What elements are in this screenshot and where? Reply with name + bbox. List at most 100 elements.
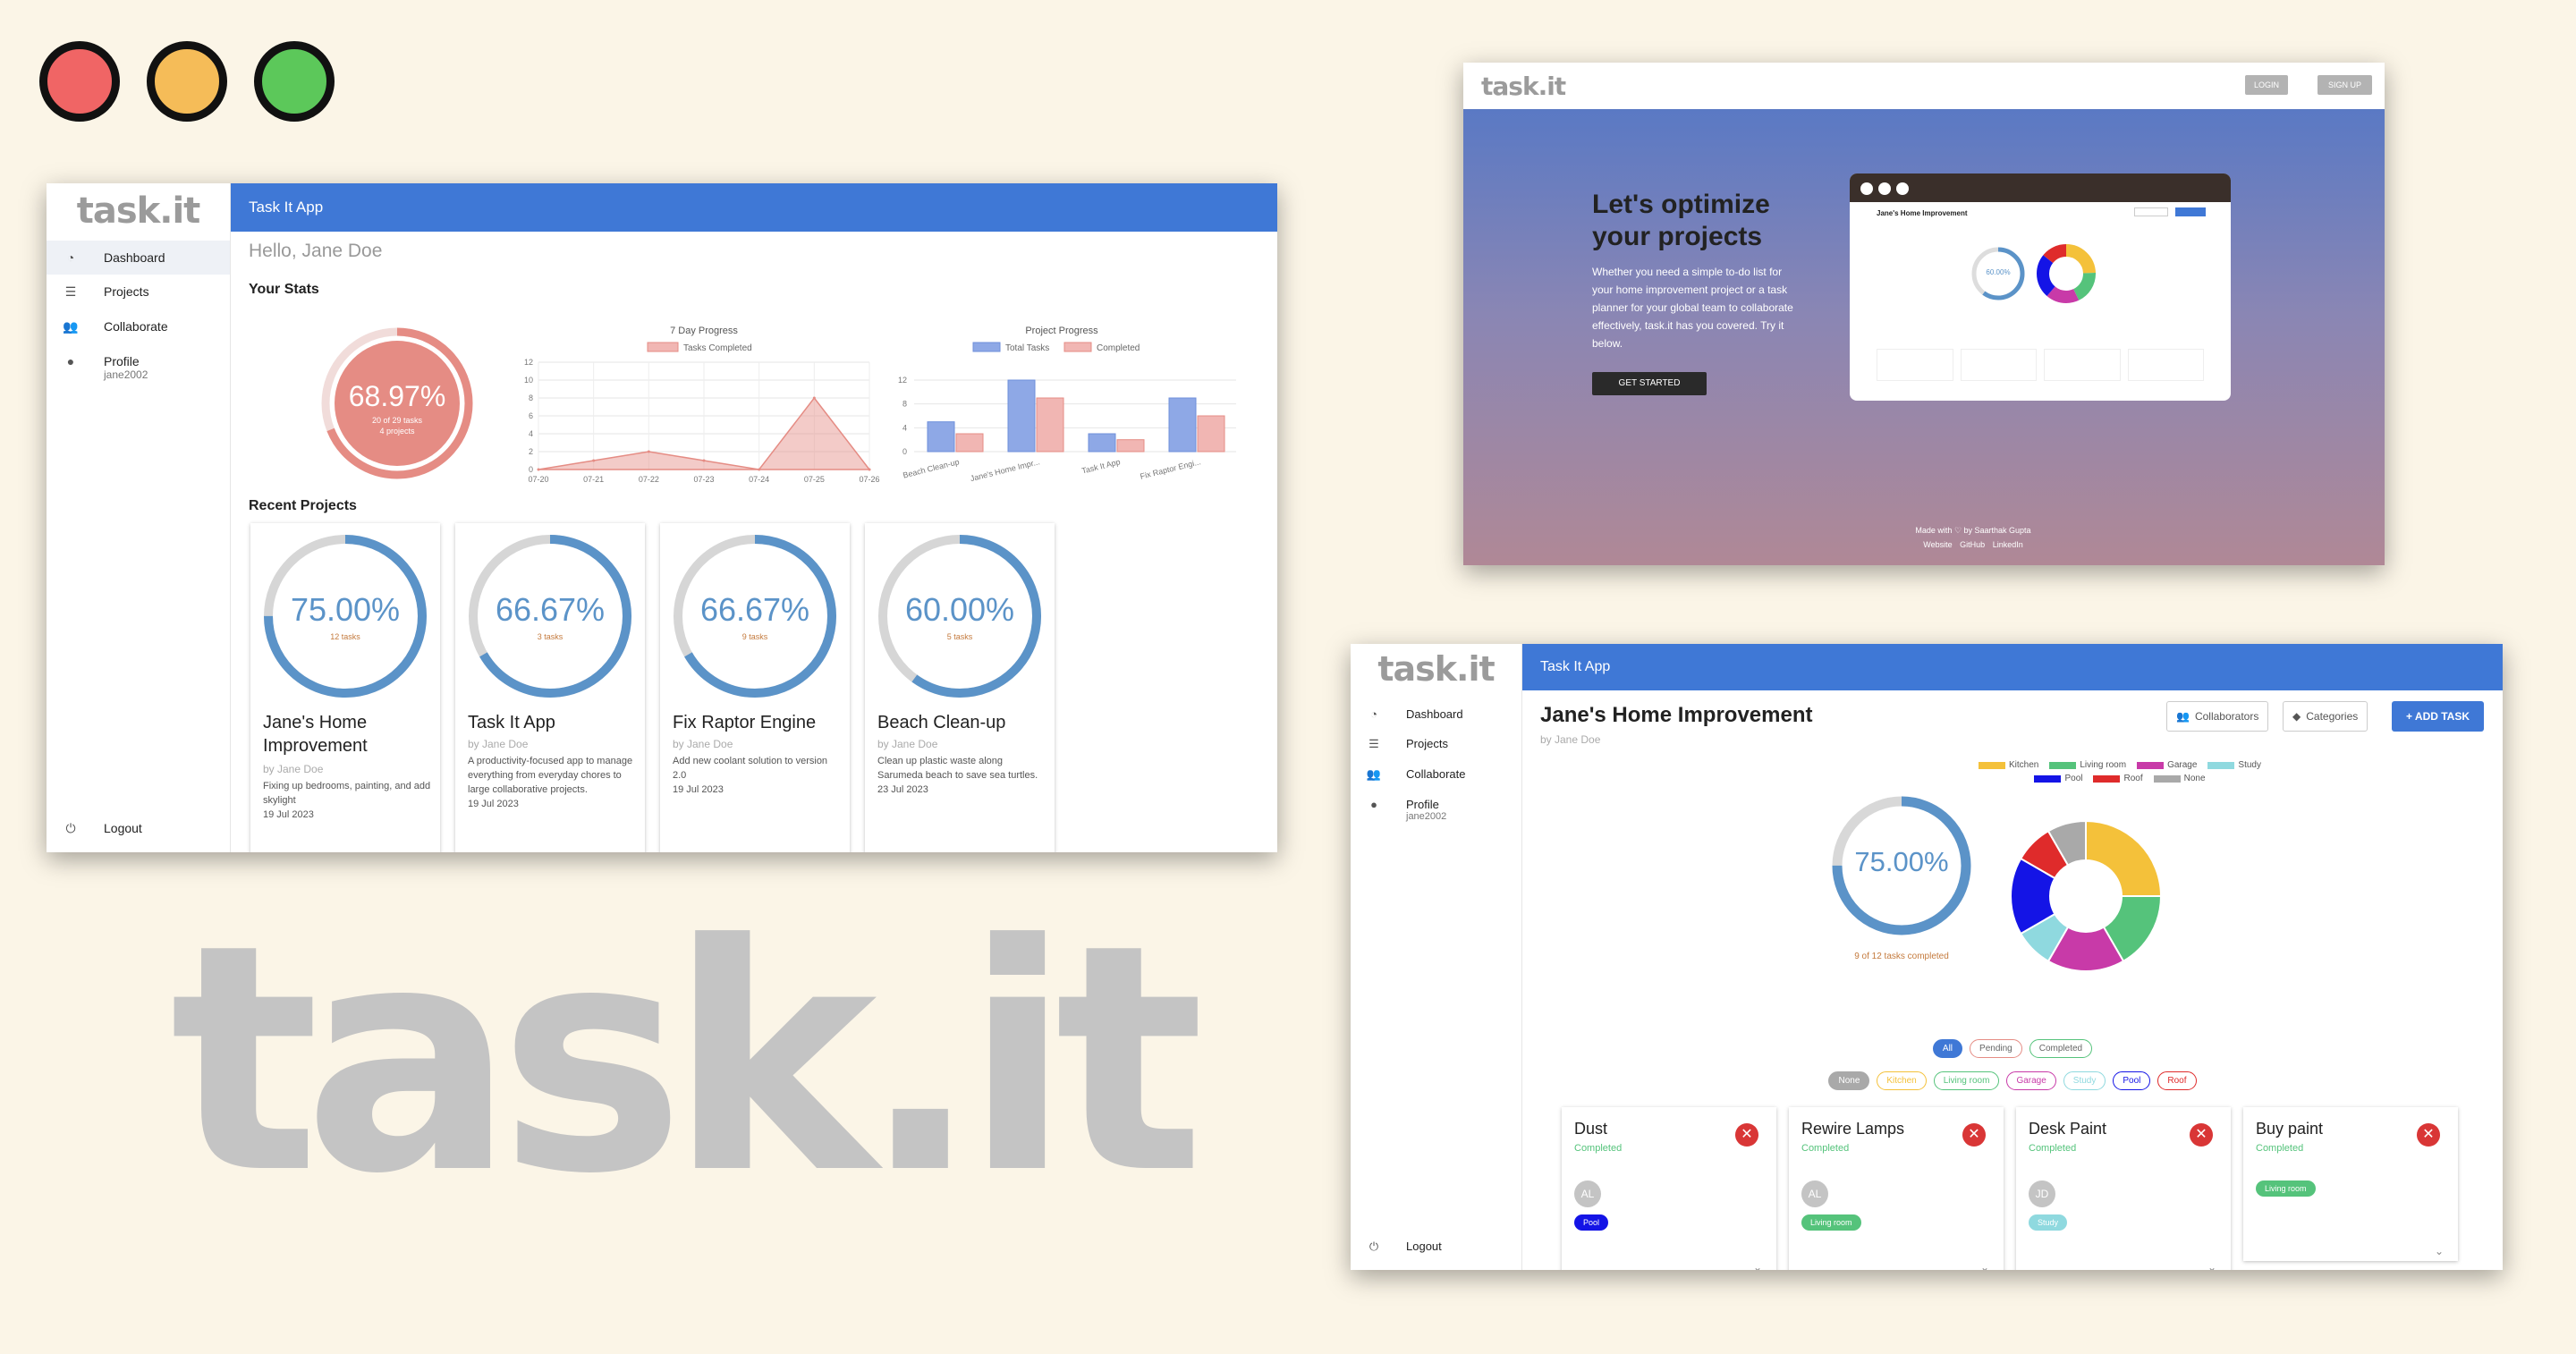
sidebar-item-collaborate[interactable]: 👥 Collaborate bbox=[47, 309, 230, 344]
preview-dot bbox=[1878, 182, 1891, 195]
task-card[interactable]: Buy paint Completed ✕ Living room ⌄ bbox=[2243, 1107, 2458, 1261]
project-description: A productivity-focused app to manage eve… bbox=[468, 756, 633, 795]
project-window: task.it ◔ Dashboard ☰ Projects 👥 Collabo… bbox=[1351, 644, 2503, 1270]
status-filter-chip[interactable]: Completed bbox=[2029, 1039, 2093, 1058]
sidebar-item-projects[interactable]: ☰ Projects bbox=[1351, 729, 1521, 759]
status-filter-chip[interactable]: All bbox=[1932, 1039, 1963, 1058]
data-point bbox=[647, 450, 650, 453]
preview-title: Jane's Home Improvement bbox=[1877, 209, 1968, 217]
category-filter-chip[interactable]: Garage bbox=[2006, 1071, 2056, 1090]
chevron-down-icon[interactable]: ⌄ bbox=[2435, 1245, 2444, 1257]
sidebar-item-label: Dashboard bbox=[104, 250, 165, 265]
logo: task.it bbox=[1377, 649, 1495, 689]
sidebar-item-profile[interactable]: ● Profile jane2002 bbox=[47, 344, 230, 391]
legend-swatch bbox=[972, 342, 1001, 352]
website-link[interactable]: Website bbox=[1923, 540, 1952, 549]
category-filter-chip[interactable]: Living room bbox=[1933, 1071, 2000, 1090]
logout-button[interactable]: ⏻ Logout bbox=[1365, 1240, 1442, 1254]
category-filter-chip[interactable]: Kitchen bbox=[1877, 1071, 1927, 1090]
delete-task-icon[interactable]: ✕ bbox=[1962, 1123, 1986, 1147]
x-tick-label: 07-25 bbox=[804, 475, 825, 484]
chevron-down-icon[interactable]: ⌄ bbox=[1753, 1261, 1762, 1270]
legend-item: Garage bbox=[2137, 760, 2197, 770]
legend-swatch bbox=[2034, 774, 2062, 783]
person-icon: ● bbox=[1370, 798, 1377, 811]
categories-button[interactable]: ◆ Categories bbox=[2283, 701, 2368, 732]
chart-title: Project Progress bbox=[1025, 326, 1098, 336]
status-filter-chip[interactable]: Pending bbox=[1970, 1039, 2022, 1058]
github-link[interactable]: GitHub bbox=[1960, 540, 1985, 549]
task-name: Buy paint bbox=[2256, 1120, 2324, 1138]
delete-task-icon[interactable]: ✕ bbox=[2417, 1123, 2440, 1147]
hero-body: Whether you need a simple to-do list for… bbox=[1592, 266, 1793, 350]
project-progress-caption: 9 of 12 tasks completed bbox=[1854, 952, 1949, 961]
hero-headline-2: your projects bbox=[1592, 222, 1763, 251]
preview-button bbox=[2134, 207, 2168, 216]
sidebar-item-collaborate[interactable]: 👥 Collaborate bbox=[1351, 759, 1521, 790]
app-title: Task It App bbox=[1540, 659, 1611, 674]
category-filter-chip[interactable]: Study bbox=[2063, 1071, 2106, 1090]
x-tick-label: 07-22 bbox=[639, 475, 659, 484]
chevron-down-icon[interactable]: ⌄ bbox=[1980, 1261, 1989, 1270]
task-status: Completed bbox=[1574, 1143, 1623, 1154]
category-filter-chip[interactable]: Roof bbox=[2157, 1071, 2197, 1090]
legend-label: Tasks Completed bbox=[683, 343, 752, 353]
bar bbox=[1036, 397, 1064, 453]
delete-task-icon[interactable]: ✕ bbox=[1735, 1123, 1758, 1147]
legend-swatch bbox=[2093, 774, 2121, 783]
add-task-button[interactable]: + ADD TASK bbox=[2392, 701, 2485, 732]
project-task-count: 5 tasks bbox=[946, 632, 973, 641]
project-progress-ring: 75.00% 12 tasks bbox=[261, 532, 429, 700]
landing-footer: Made with ♡ by Saarthak Gupta bbox=[1915, 526, 2031, 535]
project-task-count: 12 tasks bbox=[330, 632, 360, 641]
logout-label: Logout bbox=[104, 821, 142, 835]
data-point bbox=[812, 396, 816, 400]
project-card[interactable]: 75.00% 12 tasks Jane's Home Improvement by … bbox=[250, 523, 440, 852]
footer-links: Website GitHub LinkedIn bbox=[1463, 540, 2385, 549]
bar bbox=[1197, 415, 1225, 453]
linkedin-link[interactable]: LinkedIn bbox=[1993, 540, 2023, 549]
y-tick-label: 0 bbox=[902, 447, 907, 456]
legend-swatch bbox=[1979, 761, 2005, 769]
preview-task-card bbox=[1960, 349, 2037, 381]
overall-projects: 4 projects bbox=[379, 427, 415, 436]
category-filter-chip[interactable]: None bbox=[1828, 1071, 1870, 1090]
project-author: by Jane Doe bbox=[263, 763, 324, 775]
logout-button[interactable]: ⏻ Logout bbox=[61, 821, 142, 836]
sidebar-item-dashboard[interactable]: ◔ Dashboard bbox=[1351, 699, 1521, 729]
sidebar-item-profile[interactable]: ● Profile jane2002 bbox=[1351, 790, 1521, 830]
project-card[interactable]: 66.67% 3 tasks Task It App by Jane Doe A pro… bbox=[455, 523, 645, 852]
project-task-count: 9 tasks bbox=[741, 632, 768, 641]
sidebar-item-dashboard[interactable]: ◔ Dashboard bbox=[47, 241, 230, 275]
chevron-down-icon[interactable]: ⌄ bbox=[2207, 1261, 2216, 1270]
task-card[interactable]: Rewire Lamps Completed ✕ AL Living room ⌄ bbox=[1789, 1107, 2004, 1270]
project-card[interactable]: 66.67% 9 tasks Fix Raptor Engine by Jane Do… bbox=[660, 523, 850, 852]
get-started-button[interactable]: GET STARTED bbox=[1592, 372, 1707, 395]
y-tick-label: 6 bbox=[529, 411, 533, 420]
legend-item: None bbox=[2153, 774, 2206, 783]
project-card[interactable]: 60.00% 5 tasks Beach Clean-up by Jane Doe Cl… bbox=[865, 523, 1055, 852]
task-card[interactable]: Desk Paint Completed ✕ JD Study ⌄ bbox=[2016, 1107, 2231, 1270]
landing-hero: Let's optimize your projects Whether you… bbox=[1463, 109, 2385, 565]
sidebar-item-label: Collaborate bbox=[1406, 767, 1466, 781]
project-progress-ring: 66.67% 3 tasks bbox=[466, 532, 634, 700]
project-percent: 66.67% bbox=[495, 591, 606, 628]
legend-label: Total Tasks bbox=[1005, 343, 1049, 353]
list-icon: ☰ bbox=[1368, 737, 1379, 750]
task-card[interactable]: Dust Completed ✕ AL Pool ⌄ bbox=[1562, 1107, 1776, 1270]
project-author: by Jane Doe bbox=[673, 738, 733, 750]
brand-wordmark: task.it bbox=[170, 877, 1205, 1242]
sidebar-item-projects[interactable]: ☰ Projects bbox=[47, 275, 230, 309]
y-tick-label: 2 bbox=[529, 447, 533, 456]
collaborators-button[interactable]: 👥 Collaborators bbox=[2166, 701, 2269, 732]
login-button[interactable]: LOGIN bbox=[2244, 75, 2288, 95]
delete-task-icon[interactable]: ✕ bbox=[2190, 1123, 2213, 1147]
preview-task-card bbox=[1877, 349, 1953, 381]
seven-day-progress-chart: 7 Day Progress Tasks Completed 0 2 4 6 8 10 12 07… bbox=[524, 326, 880, 484]
app-preview: Jane's Home Improvement 60.00% bbox=[1850, 173, 2231, 401]
profile-block: Profile jane2002 bbox=[104, 354, 148, 381]
category-filter-chip[interactable]: Pool bbox=[2113, 1071, 2151, 1090]
legend-item: Study bbox=[2207, 760, 2261, 770]
signup-button[interactable]: SIGN UP bbox=[2317, 75, 2372, 95]
legend-item: Roof bbox=[2093, 774, 2143, 783]
